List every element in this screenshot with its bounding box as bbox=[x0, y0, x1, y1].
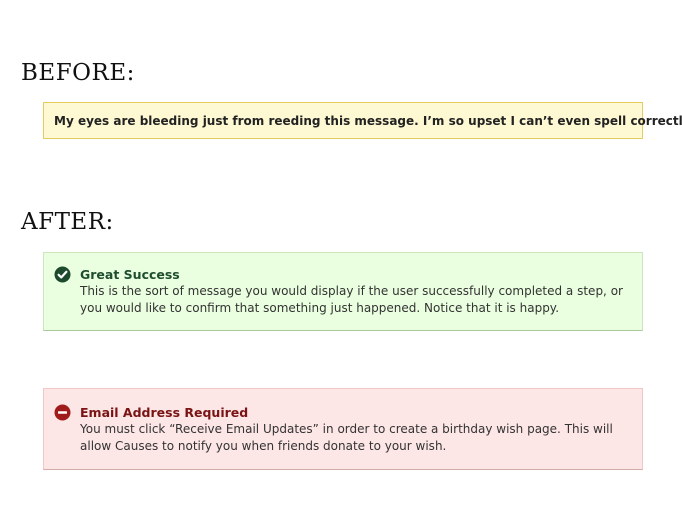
success-title: Great Success bbox=[80, 267, 180, 282]
error-body: You must click “Receive Email Updates” i… bbox=[80, 422, 613, 453]
success-message: Great Success This is the sort of messag… bbox=[43, 252, 643, 331]
success-body: This is the sort of message you would di… bbox=[80, 284, 623, 315]
check-circle-icon bbox=[54, 266, 71, 283]
minus-circle-icon bbox=[54, 404, 71, 421]
error-title: Email Address Required bbox=[80, 405, 249, 420]
error-message: Email Address Required You must click “R… bbox=[43, 388, 643, 470]
before-warning-message: My eyes are bleeding just from reeding t… bbox=[43, 102, 682, 139]
after-heading: AFTER: bbox=[21, 209, 114, 235]
before-heading: BEFORE: bbox=[21, 60, 135, 86]
before-warning-text: My eyes are bleeding just from reeding t… bbox=[54, 114, 682, 128]
